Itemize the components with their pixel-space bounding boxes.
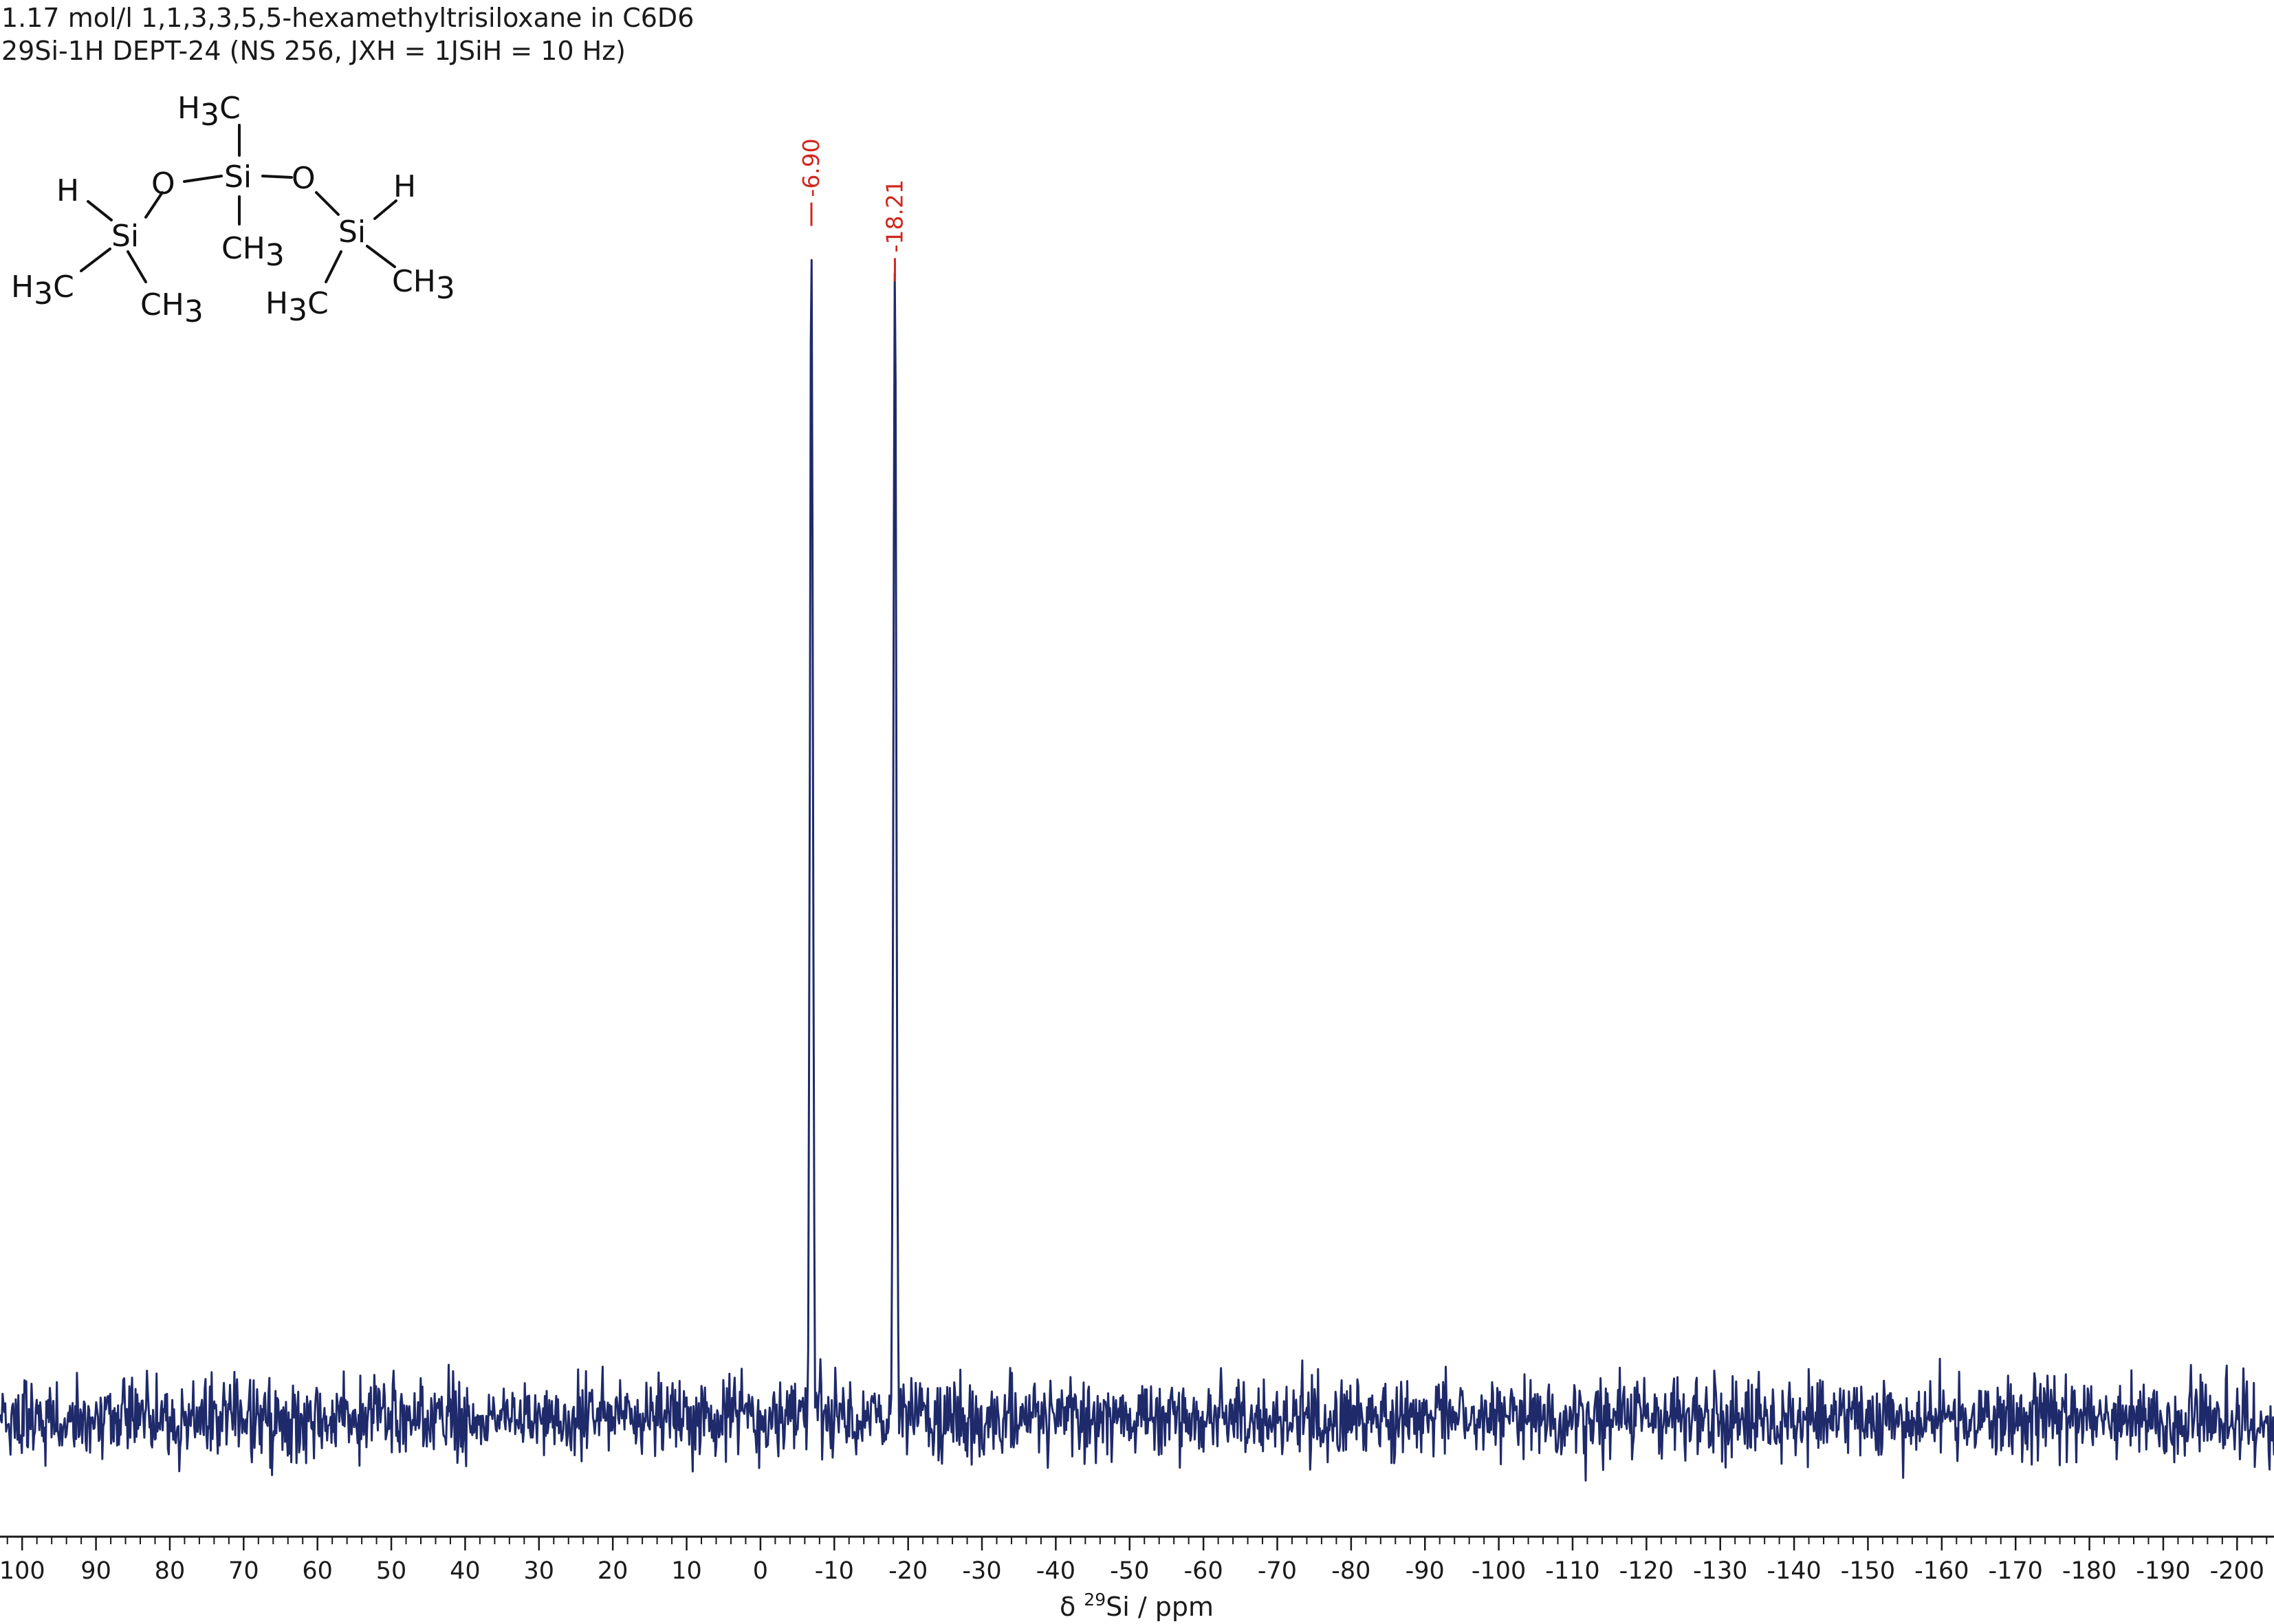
group-ch3-left-bottom: CH3 [140,287,204,329]
bond-h1-si1 [87,200,113,221]
x-tick-label: -130 [1693,1557,1747,1585]
x-axis: 100 90 80 70 60 50 40 30 20 10 0 -10 -20 -30 -40 -50 -60… [0,1535,2274,1585]
x-tick-label: -180 [2062,1557,2117,1585]
peak-label-0: -6.90 [798,138,824,197]
group-ch3-right-bottom: H3C [265,286,329,328]
x-tick-label: -190 [2136,1557,2190,1585]
molecule-structure: H O Si O H Si Si H3C CH3 H3C CH3 H3C CH3 [11,91,455,329]
spectrum-layer [0,259,2274,1482]
x-tick-label: 40 [450,1557,481,1585]
spectrum-trace [0,259,2274,1482]
x-tick-label: 100 [0,1557,45,1585]
atom-si-right: Si [338,215,366,250]
atom-si-center: Si [224,160,252,195]
x-tick-label: -30 [962,1557,1001,1585]
x-tick-label: -100 [1472,1557,1526,1585]
atom-o-right: O [292,161,316,196]
x-tick-label: -140 [1767,1557,1821,1585]
bond-si1-ch3-right [127,250,147,283]
atom-h-left: H [56,173,79,208]
x-tick-label: -60 [1184,1557,1223,1585]
bond-o1-si2 [183,175,223,183]
x-tick-label: -80 [1331,1557,1370,1585]
x-tick-label: -50 [1110,1557,1149,1585]
bond-si3-ch3-right [366,245,396,268]
x-tick-label: 70 [228,1557,259,1585]
x-axis-title: δ 29Si / ppm [1060,1590,1214,1622]
x-tick-label: 80 [155,1557,186,1585]
atom-h-right: H [393,169,416,204]
x-tick-label: -200 [2210,1557,2264,1585]
bond-si1-ch3-left [80,248,111,272]
x-tick-label: 0 [753,1557,768,1585]
nmr-spectrum-chart: H O Si O H Si Si H3C CH3 H3C CH3 H3C CH3… [0,91,2274,1622]
x-tick-label: 60 [302,1557,333,1585]
x-tick-label: -150 [1841,1557,1895,1585]
group-ch3-left: H3C [11,270,74,311]
group-ch3-center-bottom: CH3 [221,231,285,273]
x-tick-label: -170 [1988,1557,2042,1585]
x-tick-label: -120 [1619,1557,1674,1585]
peak-labels: -6.90 -18.21 [798,138,908,282]
x-tick-label: -110 [1545,1557,1599,1585]
x-tick-label: 50 [376,1557,407,1585]
x-tick-label: -90 [1406,1557,1445,1585]
atom-si-left: Si [111,219,139,254]
group-ch3-top: H3C [177,91,241,133]
bond-o2-si3 [315,191,340,216]
bond-si2-o2 [261,175,293,179]
group-ch3-right: CH3 [392,264,455,306]
atom-o-left: O [151,166,175,201]
x-tick-label: -20 [888,1557,928,1585]
x-tick-label: 90 [80,1557,111,1585]
x-tick-label: -40 [1036,1557,1075,1585]
x-tick-label: -160 [1914,1557,1969,1585]
peak-label-1: -18.21 [881,179,908,252]
bond-si3-ch3-left [325,250,342,283]
x-tick-label: 10 [671,1557,702,1585]
x-tick-label: -10 [815,1557,854,1585]
x-tick-label: 20 [598,1557,628,1585]
x-tick-label: -70 [1258,1557,1297,1585]
x-tick-label: 30 [524,1557,555,1585]
